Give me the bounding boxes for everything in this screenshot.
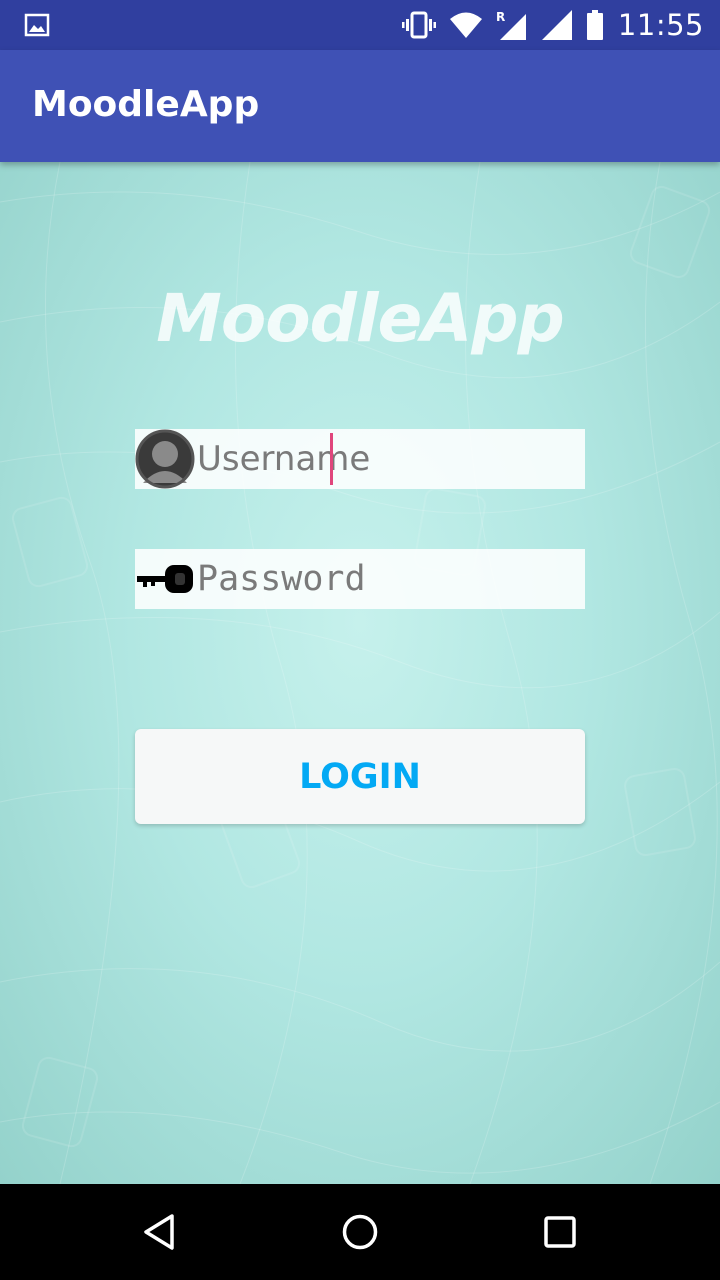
image-notification-icon bbox=[24, 12, 50, 38]
vibrate-icon bbox=[401, 11, 436, 39]
password-input[interactable] bbox=[195, 549, 581, 609]
key-icon bbox=[135, 549, 195, 609]
text-caret bbox=[330, 433, 333, 485]
signal-icon bbox=[541, 10, 572, 40]
app-bar: MoodleApp bbox=[0, 50, 720, 162]
roaming-signal-icon: R bbox=[496, 10, 528, 40]
status-bar: R 11:55 bbox=[0, 0, 720, 50]
status-icons: R 11:55 bbox=[401, 0, 704, 50]
home-icon[interactable] bbox=[340, 1212, 380, 1252]
battery-icon bbox=[586, 10, 604, 40]
username-input[interactable] bbox=[195, 429, 581, 489]
login-button[interactable]: LOGIN bbox=[135, 729, 585, 824]
app-title: MoodleApp bbox=[32, 84, 260, 125]
svg-text:R: R bbox=[496, 10, 505, 24]
user-icon bbox=[135, 429, 195, 489]
screen: R 11:55 MoodleApp MoodleApp Username LOG… bbox=[0, 0, 720, 1280]
recents-icon[interactable] bbox=[540, 1212, 580, 1252]
login-content: MoodleApp Username LOGIN bbox=[0, 162, 720, 1184]
status-time: 11:55 bbox=[617, 8, 704, 42]
back-icon[interactable] bbox=[140, 1212, 180, 1252]
password-field[interactable] bbox=[135, 549, 585, 609]
username-field[interactable] bbox=[135, 429, 585, 489]
navigation-bar bbox=[0, 1184, 720, 1280]
hero-title: MoodleApp bbox=[156, 280, 565, 357]
wifi-icon bbox=[449, 12, 482, 38]
